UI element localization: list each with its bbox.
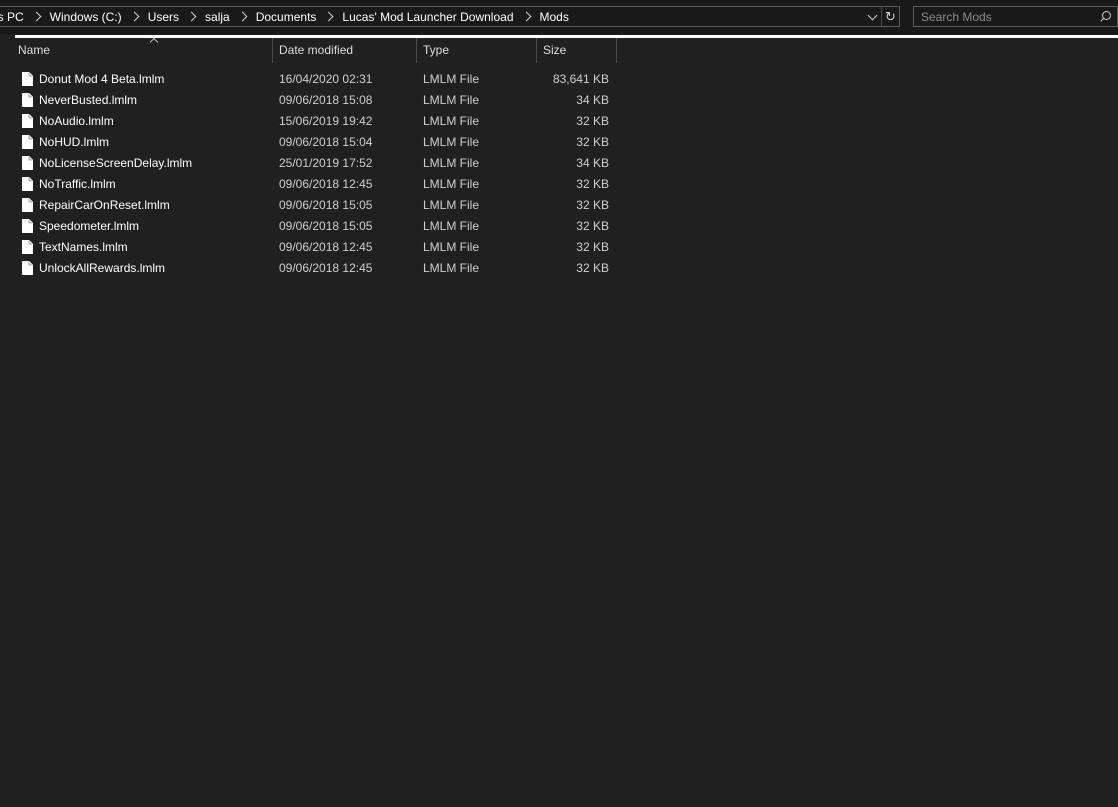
file-icon <box>22 261 33 275</box>
file-type: LMLM File <box>423 240 480 254</box>
file-date-modified: 09/06/2018 15:04 <box>279 135 373 149</box>
file-icon <box>22 72 33 86</box>
file-row[interactable]: Speedometer.lmlm 09/06/2018 15:05 LMLM F… <box>0 216 1118 237</box>
file-type: LMLM File <box>423 177 480 191</box>
breadcrumb-users[interactable]: Users <box>146 10 181 24</box>
breadcrumb-mods[interactable]: Mods <box>538 10 571 24</box>
file-row[interactable]: NoTraffic.lmlm 09/06/2018 12:45 LMLM Fil… <box>0 174 1118 195</box>
file-row[interactable]: NoHUD.lmlm 09/06/2018 15:04 LMLM File 32… <box>0 132 1118 153</box>
file-icon <box>22 240 33 254</box>
file-icon <box>22 93 33 107</box>
column-header-date[interactable]: Date modified <box>273 38 417 63</box>
file-size: 34 KB <box>576 93 609 107</box>
file-date-modified: 09/06/2018 12:45 <box>279 261 373 275</box>
file-icon <box>22 177 33 191</box>
file-size: 83,641 KB <box>552 72 609 86</box>
file-date-modified: 09/06/2018 15:05 <box>279 219 373 233</box>
chevron-right-icon[interactable] <box>323 11 334 22</box>
file-date-modified: 09/06/2018 12:45 <box>279 240 373 254</box>
sort-up-icon <box>149 37 159 47</box>
file-type: LMLM File <box>423 93 480 107</box>
file-row[interactable]: TextNames.lmlm 09/06/2018 12:45 LMLM Fil… <box>0 237 1118 258</box>
chevron-right-icon[interactable] <box>31 11 42 22</box>
column-header-size[interactable]: Size <box>537 38 617 63</box>
refresh-icon: ↻ <box>885 8 896 24</box>
search-input[interactable] <box>914 7 1095 26</box>
file-name: NoHUD.lmlm <box>39 135 109 149</box>
file-name: NeverBusted.lmlm <box>39 93 138 107</box>
file-date-modified: 09/06/2018 12:45 <box>279 177 373 191</box>
file-date-modified: 09/06/2018 15:08 <box>279 93 373 107</box>
file-row[interactable]: UnlockAllRewards.lmlm 09/06/2018 12:45 L… <box>0 258 1118 279</box>
breadcrumb-documents[interactable]: Documents <box>254 10 319 24</box>
file-row[interactable]: NeverBusted.lmlm 09/06/2018 15:08 LMLM F… <box>0 90 1118 111</box>
column-header-row: Name Date modified Type Size <box>0 37 1118 63</box>
file-type: LMLM File <box>423 156 480 170</box>
file-name: NoAudio.lmlm <box>39 114 114 128</box>
file-type: LMLM File <box>423 135 480 149</box>
column-header-type[interactable]: Type <box>417 38 537 63</box>
file-icon <box>22 156 33 170</box>
file-icon <box>22 219 33 233</box>
file-name: NoLicenseScreenDelay.lmlm <box>39 156 193 170</box>
file-size: 34 KB <box>576 156 609 170</box>
file-name: RepairCarOnReset.lmlm <box>39 198 170 212</box>
file-size: 32 KB <box>576 135 609 149</box>
file-size: 32 KB <box>576 198 609 212</box>
file-name: Donut Mod 4 Beta.lmlm <box>39 72 165 86</box>
file-row[interactable]: NoLicenseScreenDelay.lmlm 25/01/2019 17:… <box>0 153 1118 174</box>
file-type: LMLM File <box>423 261 480 275</box>
file-row[interactable]: Donut Mod 4 Beta.lmlm 16/04/2020 02:31 L… <box>0 69 1118 90</box>
file-icon <box>22 135 33 149</box>
refresh-button[interactable]: ↻ <box>881 7 899 26</box>
file-name: NoTraffic.lmlm <box>39 177 116 191</box>
file-type: LMLM File <box>423 114 480 128</box>
file-date-modified: 25/01/2019 17:52 <box>279 156 373 170</box>
file-type: LMLM File <box>423 72 480 86</box>
address-history-dropdown[interactable] <box>864 7 881 26</box>
column-header-name-label: Name <box>18 43 51 57</box>
file-row[interactable]: RepairCarOnReset.lmlm 09/06/2018 15:05 L… <box>0 195 1118 216</box>
breadcrumb-windows-c[interactable]: Windows (C:) <box>48 10 124 24</box>
file-name: TextNames.lmlm <box>39 240 128 254</box>
file-size: 32 KB <box>576 240 609 254</box>
file-date-modified: 15/06/2019 19:42 <box>279 114 373 128</box>
column-header-type-label: Type <box>423 43 450 57</box>
search-icon[interactable] <box>1095 7 1117 26</box>
chevron-right-icon[interactable] <box>129 11 140 22</box>
chevron-right-icon[interactable] <box>521 11 531 22</box>
address-bar[interactable]: is PC Windows (C:) Users salja Documents… <box>0 6 900 27</box>
file-size: 32 KB <box>576 261 609 275</box>
file-row[interactable]: NoAudio.lmlm 15/06/2019 19:42 LMLM File … <box>0 111 1118 132</box>
file-date-modified: 09/06/2018 15:05 <box>279 198 373 212</box>
column-header-size-label: Size <box>543 43 567 57</box>
file-size: 32 KB <box>576 114 609 128</box>
file-name: UnlockAllRewards.lmlm <box>39 261 166 275</box>
breadcrumb: is PC Windows (C:) Users salja Documents… <box>0 7 864 26</box>
chevron-right-icon[interactable] <box>186 11 197 22</box>
breadcrumb-salja[interactable]: salja <box>203 10 232 24</box>
column-header-date-label: Date modified <box>279 43 354 57</box>
breadcrumb-lucas-mod-launcher[interactable]: Lucas' Mod Launcher Download <box>340 10 515 24</box>
file-type: LMLM File <box>423 219 480 233</box>
chevron-down-icon <box>867 10 878 20</box>
file-size: 32 KB <box>576 177 609 191</box>
navigation-bar: is PC Windows (C:) Users salja Documents… <box>0 0 1118 34</box>
chevron-right-icon[interactable] <box>237 11 248 22</box>
file-name: Speedometer.lmlm <box>39 219 140 233</box>
file-date-modified: 16/04/2020 02:31 <box>279 72 373 86</box>
column-header-name[interactable]: Name <box>12 37 273 63</box>
file-icon <box>22 198 33 212</box>
file-size: 32 KB <box>576 219 609 233</box>
breadcrumb-this-pc[interactable]: is PC <box>0 10 26 24</box>
file-icon <box>22 114 33 128</box>
search-box[interactable] <box>913 6 1118 27</box>
file-type: LMLM File <box>423 198 480 212</box>
